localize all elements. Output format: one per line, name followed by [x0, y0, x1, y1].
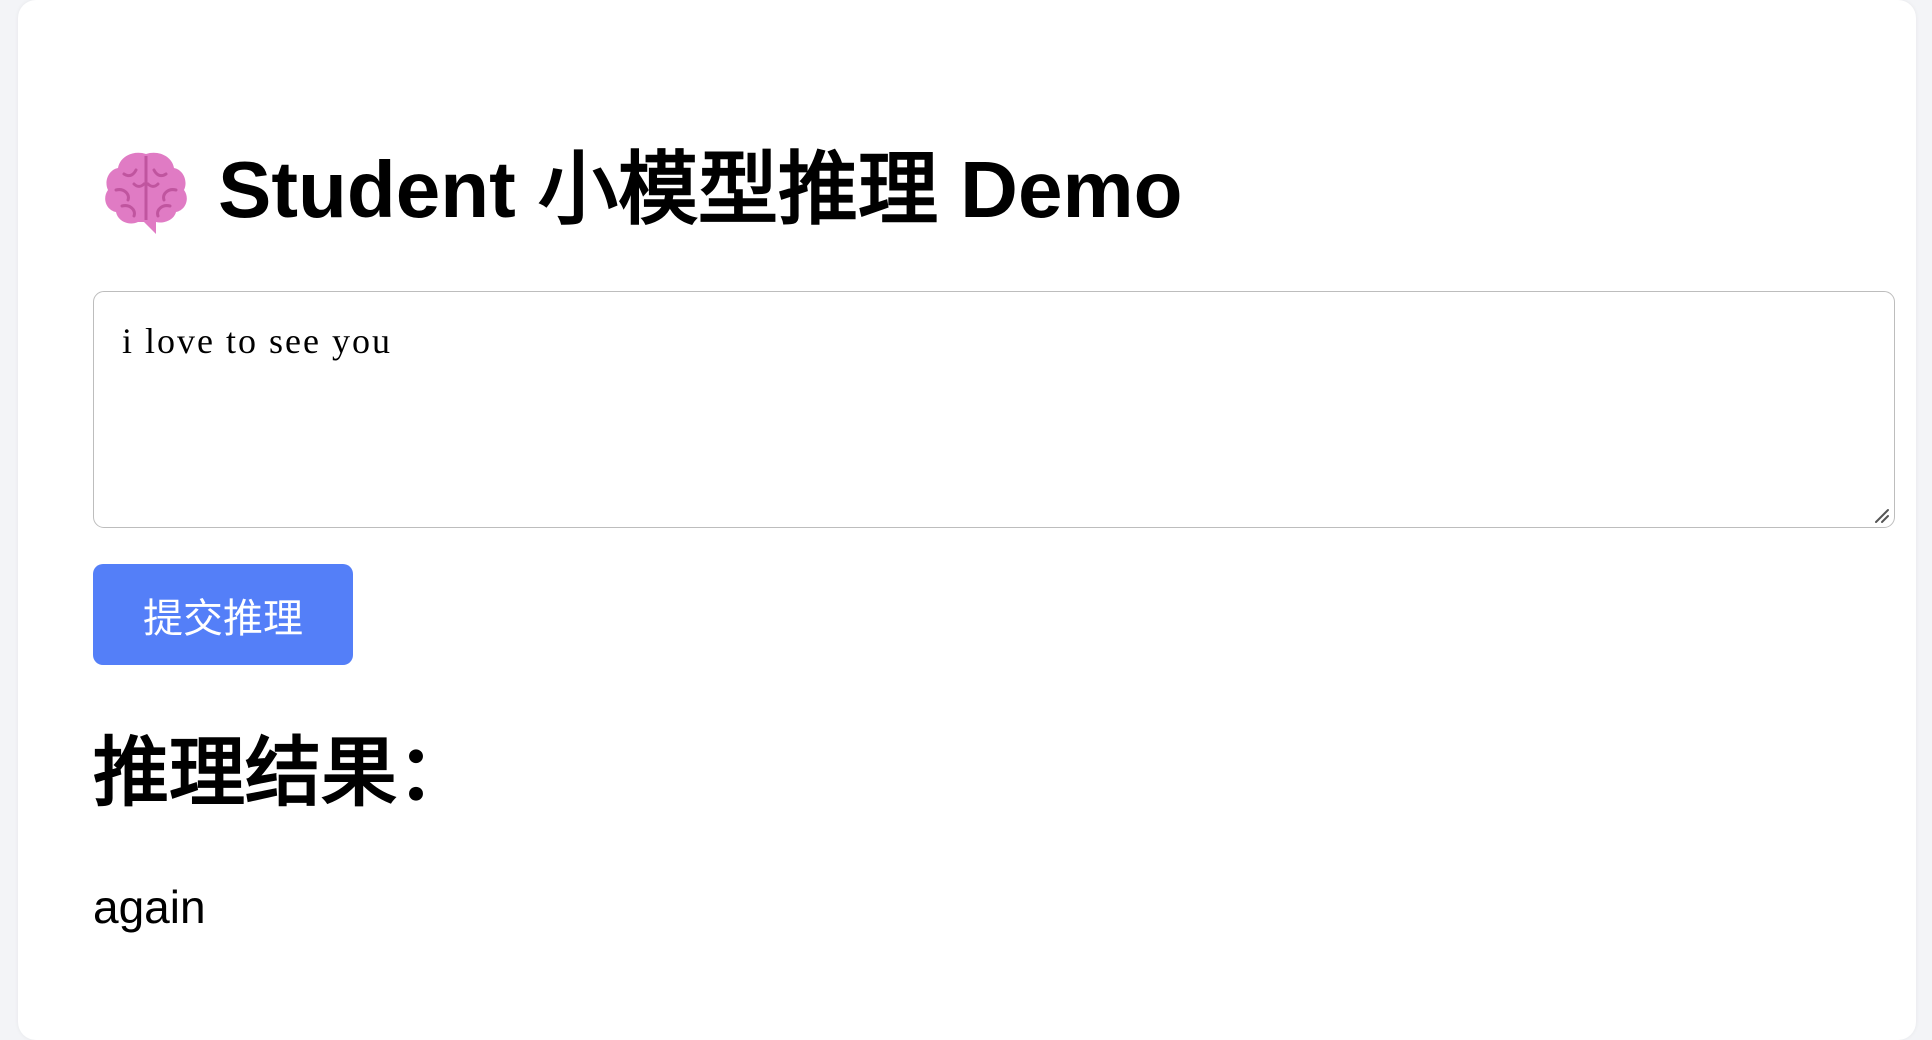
result-text: again: [93, 881, 206, 933]
prompt-input[interactable]: i love to see you: [93, 291, 1895, 528]
submit-button[interactable]: 提交推理: [93, 564, 353, 665]
resize-handle-icon[interactable]: [1872, 506, 1890, 524]
page-title: Student 小模型推理 Demo: [218, 145, 1183, 234]
page-header: Student 小模型推理 Demo: [100, 140, 1182, 240]
brain-icon: [105, 152, 187, 234]
result-heading: 推理结果：: [93, 731, 473, 816]
